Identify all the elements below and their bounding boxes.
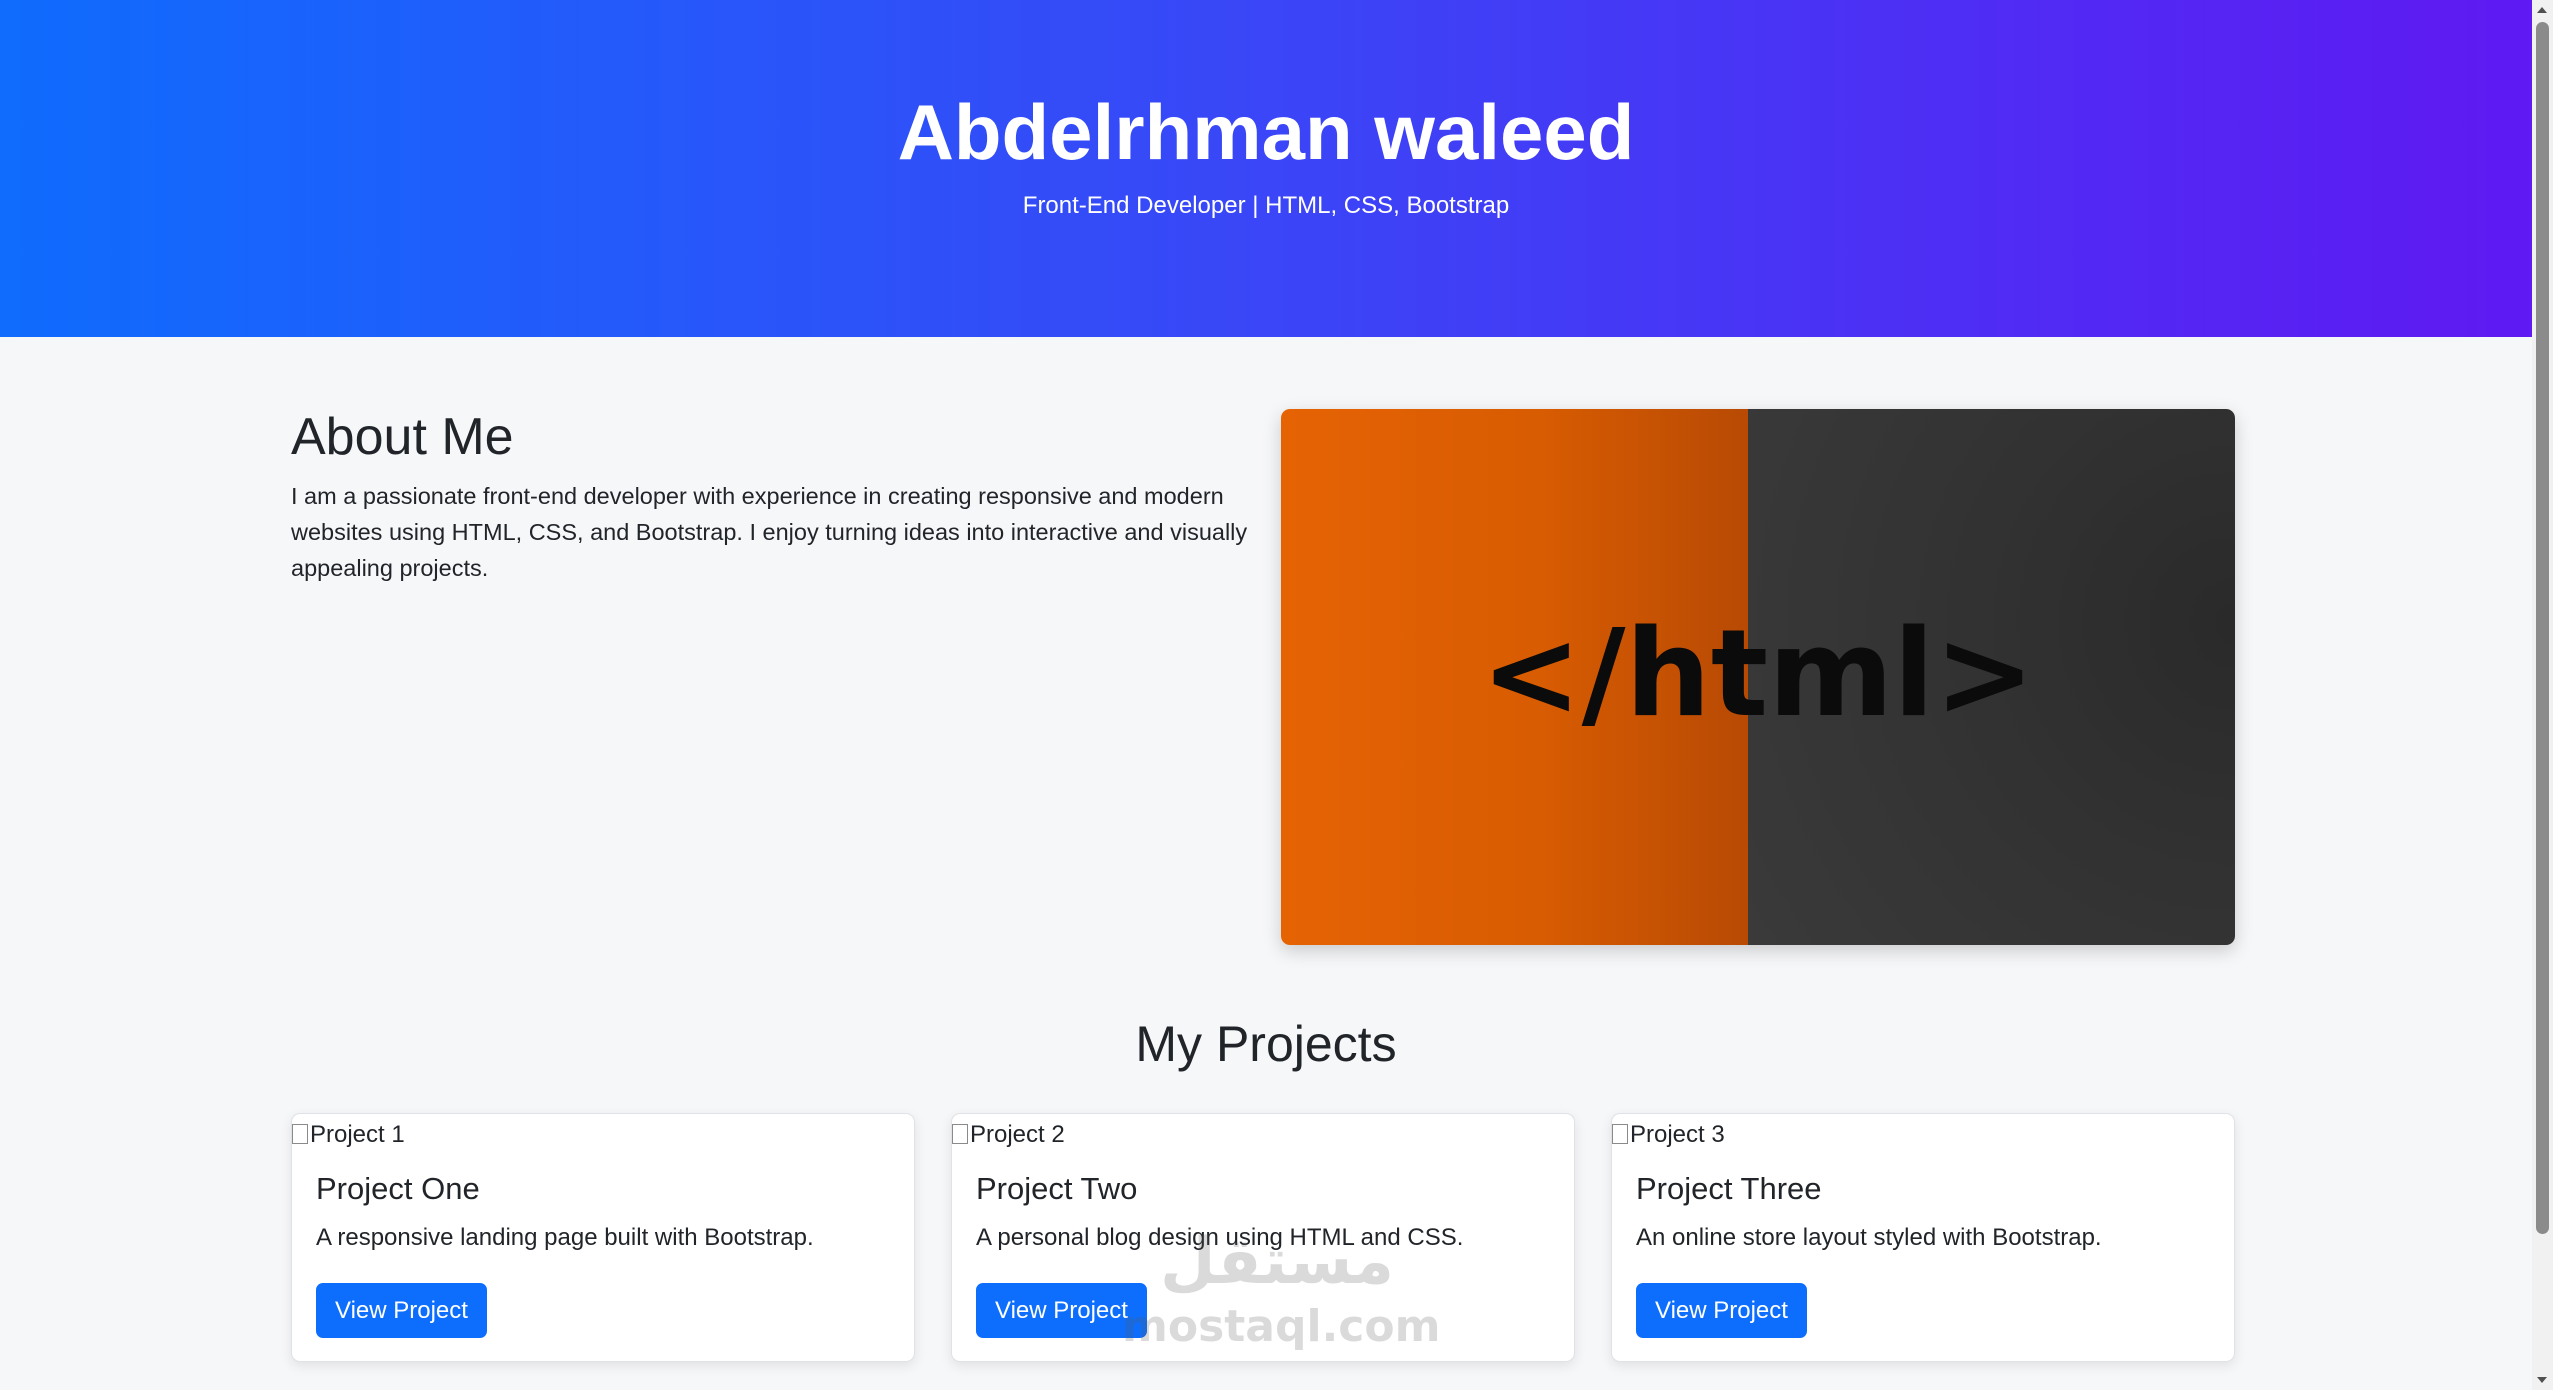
project-description: A responsive landing page built with Boo…: [316, 1224, 814, 1251]
hero-name: Abdelrhman waleed: [897, 88, 1635, 176]
about-title: About Me: [291, 408, 514, 466]
about-text: I am a passionate front-end developer wi…: [291, 483, 1248, 581]
project-image-alt: Project 1: [310, 1121, 405, 1148]
view-project-button-2[interactable]: View Project: [976, 1283, 1147, 1338]
project-card-2: Project 2 Project Two A personal blog de…: [951, 1113, 1575, 1362]
project-card-1: Project 1 Project One A responsive landi…: [291, 1113, 915, 1362]
project-image-2: Project 2: [952, 1120, 1065, 1150]
scroll-up-arrow-icon[interactable]: [2532, 0, 2553, 20]
vertical-scrollbar[interactable]: [2532, 0, 2553, 1390]
scrollbar-thumb[interactable]: [2536, 22, 2549, 1234]
hero-tagline: Front-End Developer | HTML, CSS, Bootstr…: [1022, 192, 1510, 219]
broken-image-icon: [952, 1124, 968, 1144]
view-project-button-3[interactable]: View Project: [1636, 1283, 1807, 1338]
view-project-button-1[interactable]: View Project: [316, 1283, 487, 1338]
project-title: Project Two: [976, 1171, 1138, 1206]
project-image-alt: Project 3: [1630, 1121, 1725, 1148]
project-description: An online store layout styled with Boots…: [1636, 1224, 2102, 1251]
projects-title: My Projects: [1135, 1016, 1397, 1072]
about-image-html-text: </html>: [1481, 605, 2035, 744]
hero-header: Abdelrhman waleed Front-End Developer | …: [0, 0, 2532, 337]
broken-image-icon: [292, 1124, 308, 1144]
project-image-alt: Project 2: [970, 1121, 1065, 1148]
project-image-1: Project 1: [292, 1120, 405, 1150]
project-title: Project Three: [1636, 1171, 1822, 1206]
project-image-3: Project 3: [1612, 1120, 1725, 1150]
project-card-3: Project 3 Project Three An online store …: [1611, 1113, 2235, 1362]
about-image: </html>: [1281, 409, 2235, 945]
scroll-down-arrow-icon[interactable]: [2532, 1370, 2553, 1390]
project-title: Project One: [316, 1171, 480, 1206]
project-description: A personal blog design using HTML and CS…: [976, 1224, 1464, 1251]
broken-image-icon: [1612, 1124, 1628, 1144]
